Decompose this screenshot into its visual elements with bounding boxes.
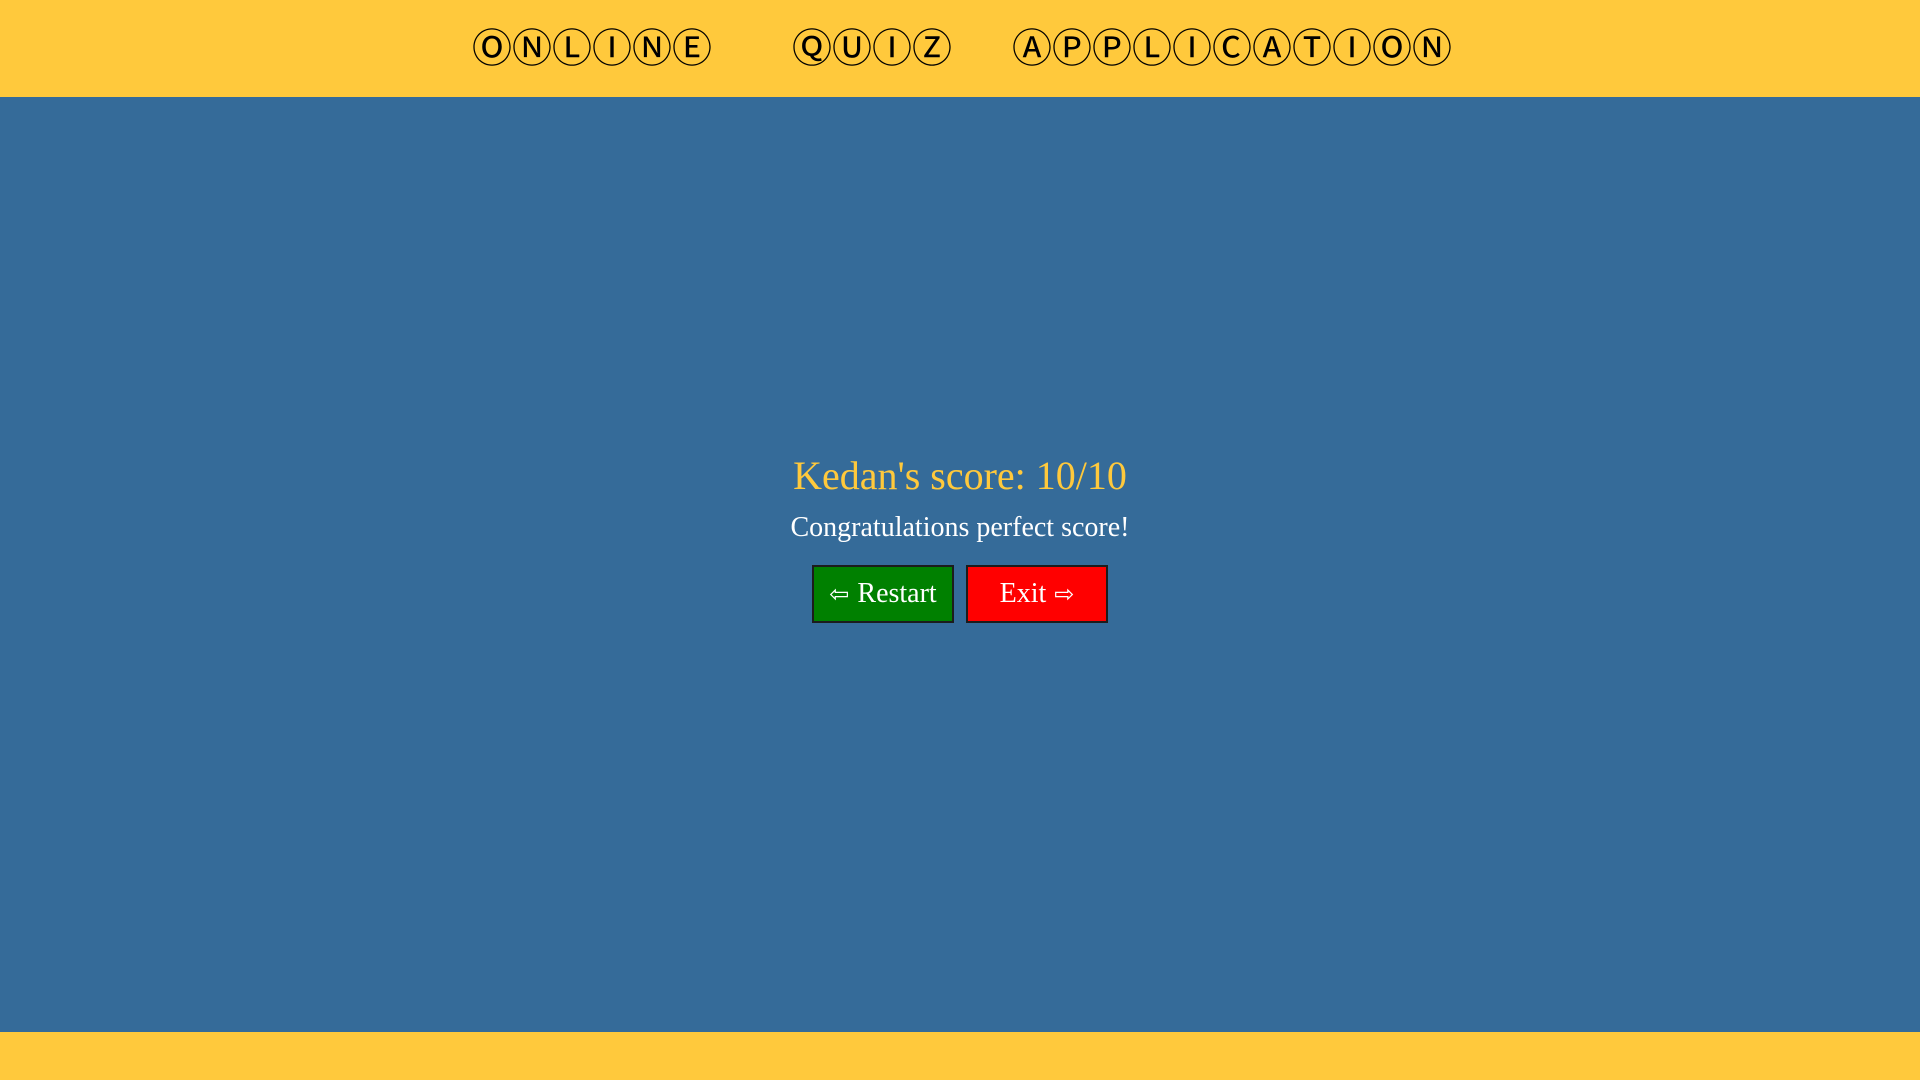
score-heading: Kedan's score: 10/10 bbox=[793, 453, 1127, 498]
arrow-right-icon: ⇨ bbox=[1054, 580, 1075, 608]
app-title-word-online: ⓄⓃⓁⒾⓃⒺ bbox=[472, 25, 712, 72]
arrow-left-icon: ⇦ bbox=[829, 580, 850, 608]
exit-button[interactable]: Exit ⇨ bbox=[966, 565, 1108, 623]
restart-button-label: Restart bbox=[857, 578, 937, 609]
result-panel: Kedan's score: 10/10 Congratulations per… bbox=[0, 445, 1920, 623]
app-title: ⓄⓃⓁⒾⓃⒺ ⓆⓊⒾⓏ ⒶⓅⓅⓁⒾⒸⒶⓉⒾⓄⓃ bbox=[472, 29, 1452, 69]
app-title-word-application: ⒶⓅⓅⓁⒾⒸⒶⓉⒾⓄⓃ bbox=[1012, 25, 1452, 72]
app-title-word-quiz: ⓆⓊⒾⓏ bbox=[792, 25, 952, 72]
button-row: ⇦ Restart Exit ⇨ bbox=[0, 565, 1920, 623]
top-bar: ⓄⓃⓁⒾⓃⒺ ⓆⓊⒾⓏ ⒶⓅⓅⓁⒾⒸⒶⓉⒾⓄⓃ bbox=[0, 0, 1920, 97]
bottom-bar bbox=[0, 1032, 1920, 1080]
restart-button[interactable]: ⇦ Restart bbox=[812, 565, 954, 623]
exit-button-label: Exit bbox=[999, 578, 1047, 609]
score-message: Congratulations perfect score! bbox=[790, 512, 1130, 543]
